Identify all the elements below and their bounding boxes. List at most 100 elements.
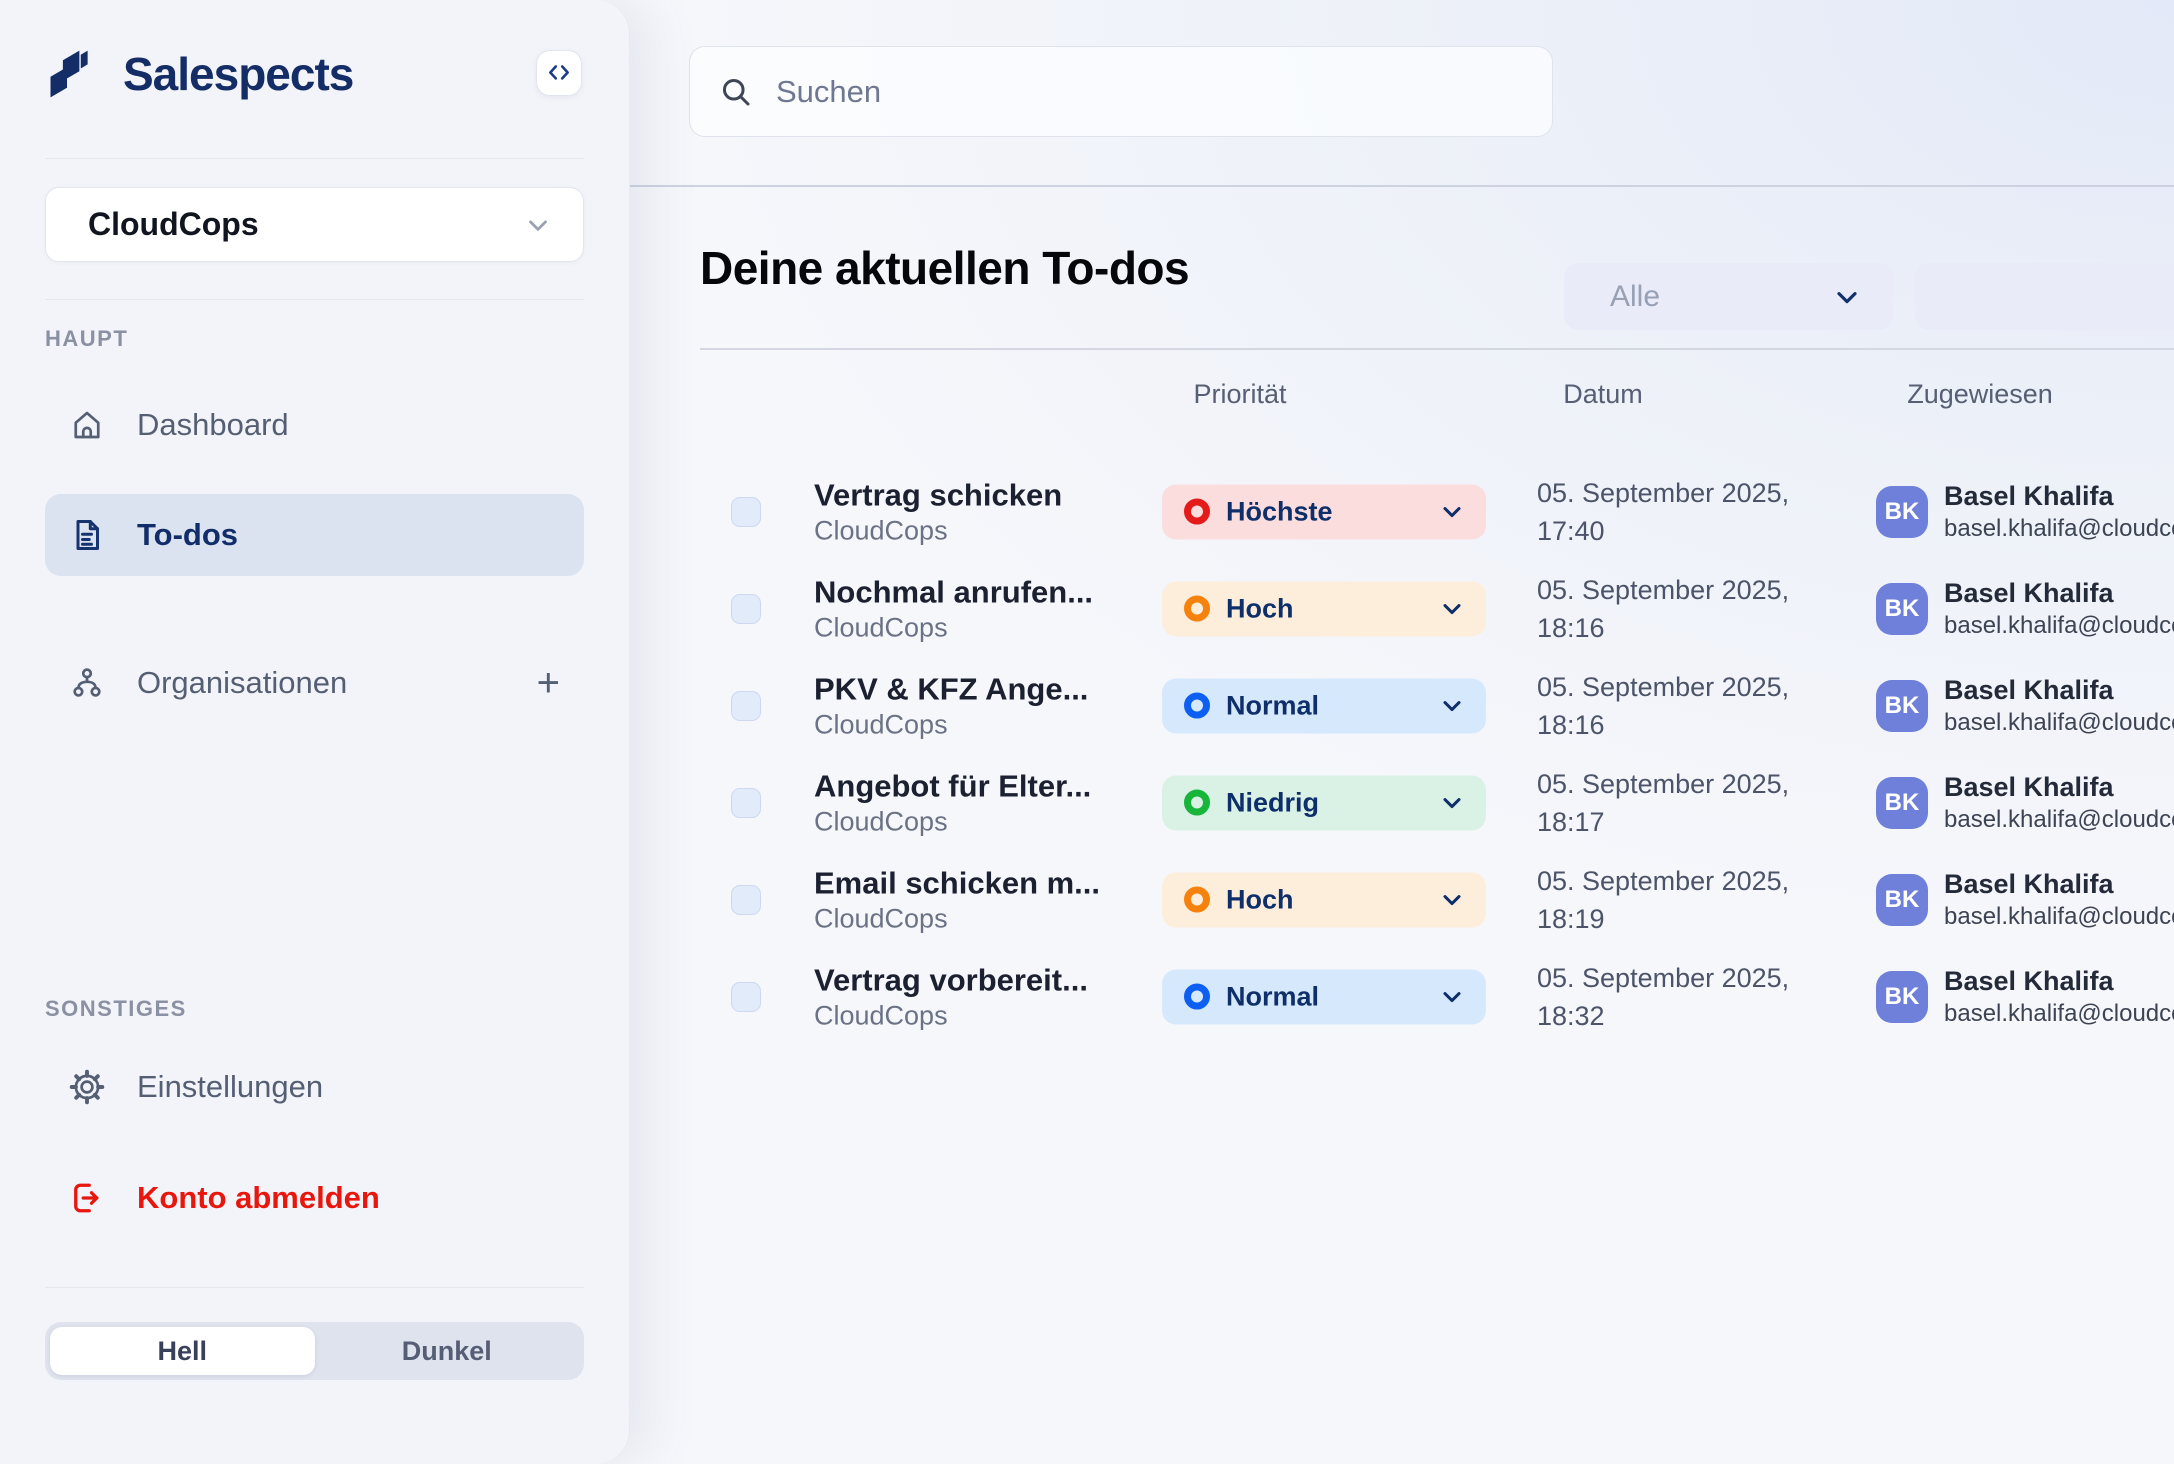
workspace-selector[interactable]: CloudCops bbox=[45, 187, 584, 262]
priority-ring-icon bbox=[1184, 499, 1210, 525]
todo-title: Vertrag schicken bbox=[814, 476, 1144, 513]
date-line-1: 05. September 2025, bbox=[1537, 668, 1837, 706]
brand: Salespects bbox=[45, 41, 353, 107]
priority-pill[interactable]: Hoch bbox=[1162, 872, 1486, 927]
todo-subtitle: CloudCops bbox=[814, 707, 1144, 741]
priority-ring-icon bbox=[1184, 887, 1210, 913]
todo-subtitle: CloudCops bbox=[814, 901, 1144, 935]
divider bbox=[45, 299, 584, 300]
column-header-assignee: Zugewiesen bbox=[1907, 379, 2053, 410]
sidebar-item-dashboard[interactable]: Dashboard bbox=[45, 394, 584, 456]
todo-row[interactable]: Angebot für Elter... CloudCops Niedrig 0… bbox=[630, 754, 2174, 851]
assignee-email: basel.khalifa@cloudco bbox=[1944, 513, 2174, 544]
todo-task-cell: Nochmal anrufen... CloudCops bbox=[814, 573, 1144, 644]
priority-label: Hoch bbox=[1226, 593, 1438, 624]
add-organisation-button[interactable]: + bbox=[537, 663, 560, 703]
filter-secondary-dropdown[interactable] bbox=[1915, 263, 2174, 330]
gear-icon bbox=[69, 1069, 109, 1105]
main-area: Deine aktuellen To-dos Alle Priorität Da… bbox=[630, 0, 2174, 1464]
spacer bbox=[45, 714, 584, 970]
todo-checkbox[interactable] bbox=[731, 885, 761, 915]
sidebar-item-logout[interactable]: Konto abmelden bbox=[45, 1167, 584, 1229]
todo-date: 05. September 2025, 18:17 bbox=[1537, 765, 1837, 841]
date-line-1: 05. September 2025, bbox=[1537, 765, 1837, 803]
chevron-down-icon bbox=[1438, 595, 1466, 623]
todo-checkbox[interactable] bbox=[731, 497, 761, 527]
todo-date: 05. September 2025, 18:16 bbox=[1537, 668, 1837, 744]
topbar bbox=[630, 0, 2174, 187]
filter-all-dropdown[interactable]: Alle bbox=[1564, 263, 1893, 330]
todo-row[interactable]: Nochmal anrufen... CloudCops Hoch 05. Se… bbox=[630, 560, 2174, 657]
todo-date: 05. September 2025, 18:32 bbox=[1537, 959, 1837, 1035]
todo-row[interactable]: Email schicken m... CloudCops Hoch 05. S… bbox=[630, 851, 2174, 948]
priority-ring-icon bbox=[1184, 693, 1210, 719]
chevron-down-icon bbox=[1438, 886, 1466, 914]
filter-all-label: Alle bbox=[1610, 280, 1831, 314]
todo-row[interactable]: PKV & KFZ Ange... CloudCops Normal 05. S… bbox=[630, 657, 2174, 754]
workspace-name: CloudCops bbox=[88, 206, 523, 243]
todo-subtitle: CloudCops bbox=[814, 998, 1144, 1032]
todo-checkbox[interactable] bbox=[731, 594, 761, 624]
todo-task-cell: Email schicken m... CloudCops bbox=[814, 864, 1144, 935]
todo-row[interactable]: Vertrag vorbereit... CloudCops Normal 05… bbox=[630, 948, 2174, 1045]
todo-title: Vertrag vorbereit... bbox=[814, 961, 1144, 998]
theme-dark-button[interactable]: Dunkel bbox=[315, 1327, 580, 1375]
assignee-avatar: BK bbox=[1876, 777, 1928, 829]
sidebar-item-todos[interactable]: To-dos bbox=[45, 494, 584, 576]
search-input[interactable] bbox=[776, 74, 1524, 110]
assignee-name: Basel Khalifa bbox=[1944, 674, 2174, 707]
brand-row: Salespects bbox=[45, 40, 584, 108]
home-icon bbox=[69, 407, 109, 443]
todo-checkbox[interactable] bbox=[731, 982, 761, 1012]
todo-title: Nochmal anrufen... bbox=[814, 573, 1144, 610]
search-box bbox=[689, 46, 1553, 137]
todo-date: 05. September 2025, 18:19 bbox=[1537, 862, 1837, 938]
date-line-1: 05. September 2025, bbox=[1537, 571, 1837, 609]
assignee-email: basel.khalifa@cloudco bbox=[1944, 610, 2174, 641]
priority-label: Höchste bbox=[1226, 496, 1438, 527]
chevron-down-icon bbox=[1438, 692, 1466, 720]
priority-pill[interactable]: Hoch bbox=[1162, 581, 1486, 636]
priority-label: Niedrig bbox=[1226, 787, 1438, 818]
date-line-2: 18:32 bbox=[1537, 997, 1837, 1035]
todo-row[interactable]: Vertrag schicken CloudCops Höchste 05. S… bbox=[630, 463, 2174, 560]
todo-checkbox[interactable] bbox=[731, 788, 761, 818]
priority-pill[interactable]: Normal bbox=[1162, 969, 1486, 1024]
sidebar-item-label: Einstellungen bbox=[137, 1069, 323, 1105]
priority-pill[interactable]: Normal bbox=[1162, 678, 1486, 733]
divider bbox=[45, 158, 584, 159]
priority-pill[interactable]: Höchste bbox=[1162, 484, 1486, 539]
priority-ring-icon bbox=[1184, 790, 1210, 816]
todo-checkbox[interactable] bbox=[731, 691, 761, 721]
assignee-name: Basel Khalifa bbox=[1944, 868, 2174, 901]
assignee-avatar: BK bbox=[1876, 971, 1928, 1023]
assignee-avatar: BK bbox=[1876, 583, 1928, 635]
sidebar-collapse-button[interactable] bbox=[536, 50, 582, 96]
todo-subtitle: CloudCops bbox=[814, 610, 1144, 644]
priority-label: Normal bbox=[1226, 690, 1438, 721]
org-chart-icon bbox=[69, 665, 109, 701]
theme-light-button[interactable]: Hell bbox=[50, 1327, 315, 1375]
todo-task-cell: PKV & KFZ Ange... CloudCops bbox=[814, 670, 1144, 741]
assignee-cell: Basel Khalifa basel.khalifa@cloudco bbox=[1944, 868, 2174, 932]
date-line-1: 05. September 2025, bbox=[1537, 862, 1837, 900]
sidebar: Salespects CloudCops HAUPT Dashboa bbox=[0, 0, 630, 1464]
sidebar-item-organisations[interactable]: Organisationen + bbox=[45, 652, 584, 714]
priority-pill[interactable]: Niedrig bbox=[1162, 775, 1486, 830]
assignee-cell: Basel Khalifa basel.khalifa@cloudco bbox=[1944, 577, 2174, 641]
todo-rows: Vertrag schicken CloudCops Höchste 05. S… bbox=[630, 463, 2174, 1045]
sidebar-item-label: Konto abmelden bbox=[137, 1180, 380, 1216]
assignee-avatar: BK bbox=[1876, 486, 1928, 538]
date-line-2: 18:16 bbox=[1537, 706, 1837, 744]
code-chevrons-icon bbox=[546, 60, 572, 86]
salespects-logo-icon bbox=[45, 41, 111, 107]
sidebar-item-settings[interactable]: Einstellungen bbox=[45, 1056, 584, 1118]
todo-title: PKV & KFZ Ange... bbox=[814, 670, 1144, 707]
priority-label: Hoch bbox=[1226, 884, 1438, 915]
date-line-2: 18:19 bbox=[1537, 900, 1837, 938]
assignee-cell: Basel Khalifa basel.khalifa@cloudco bbox=[1944, 965, 2174, 1029]
chevron-down-icon bbox=[1438, 789, 1466, 817]
todo-task-cell: Vertrag schicken CloudCops bbox=[814, 476, 1144, 547]
todo-task-cell: Angebot für Elter... CloudCops bbox=[814, 767, 1144, 838]
document-icon bbox=[69, 517, 109, 553]
